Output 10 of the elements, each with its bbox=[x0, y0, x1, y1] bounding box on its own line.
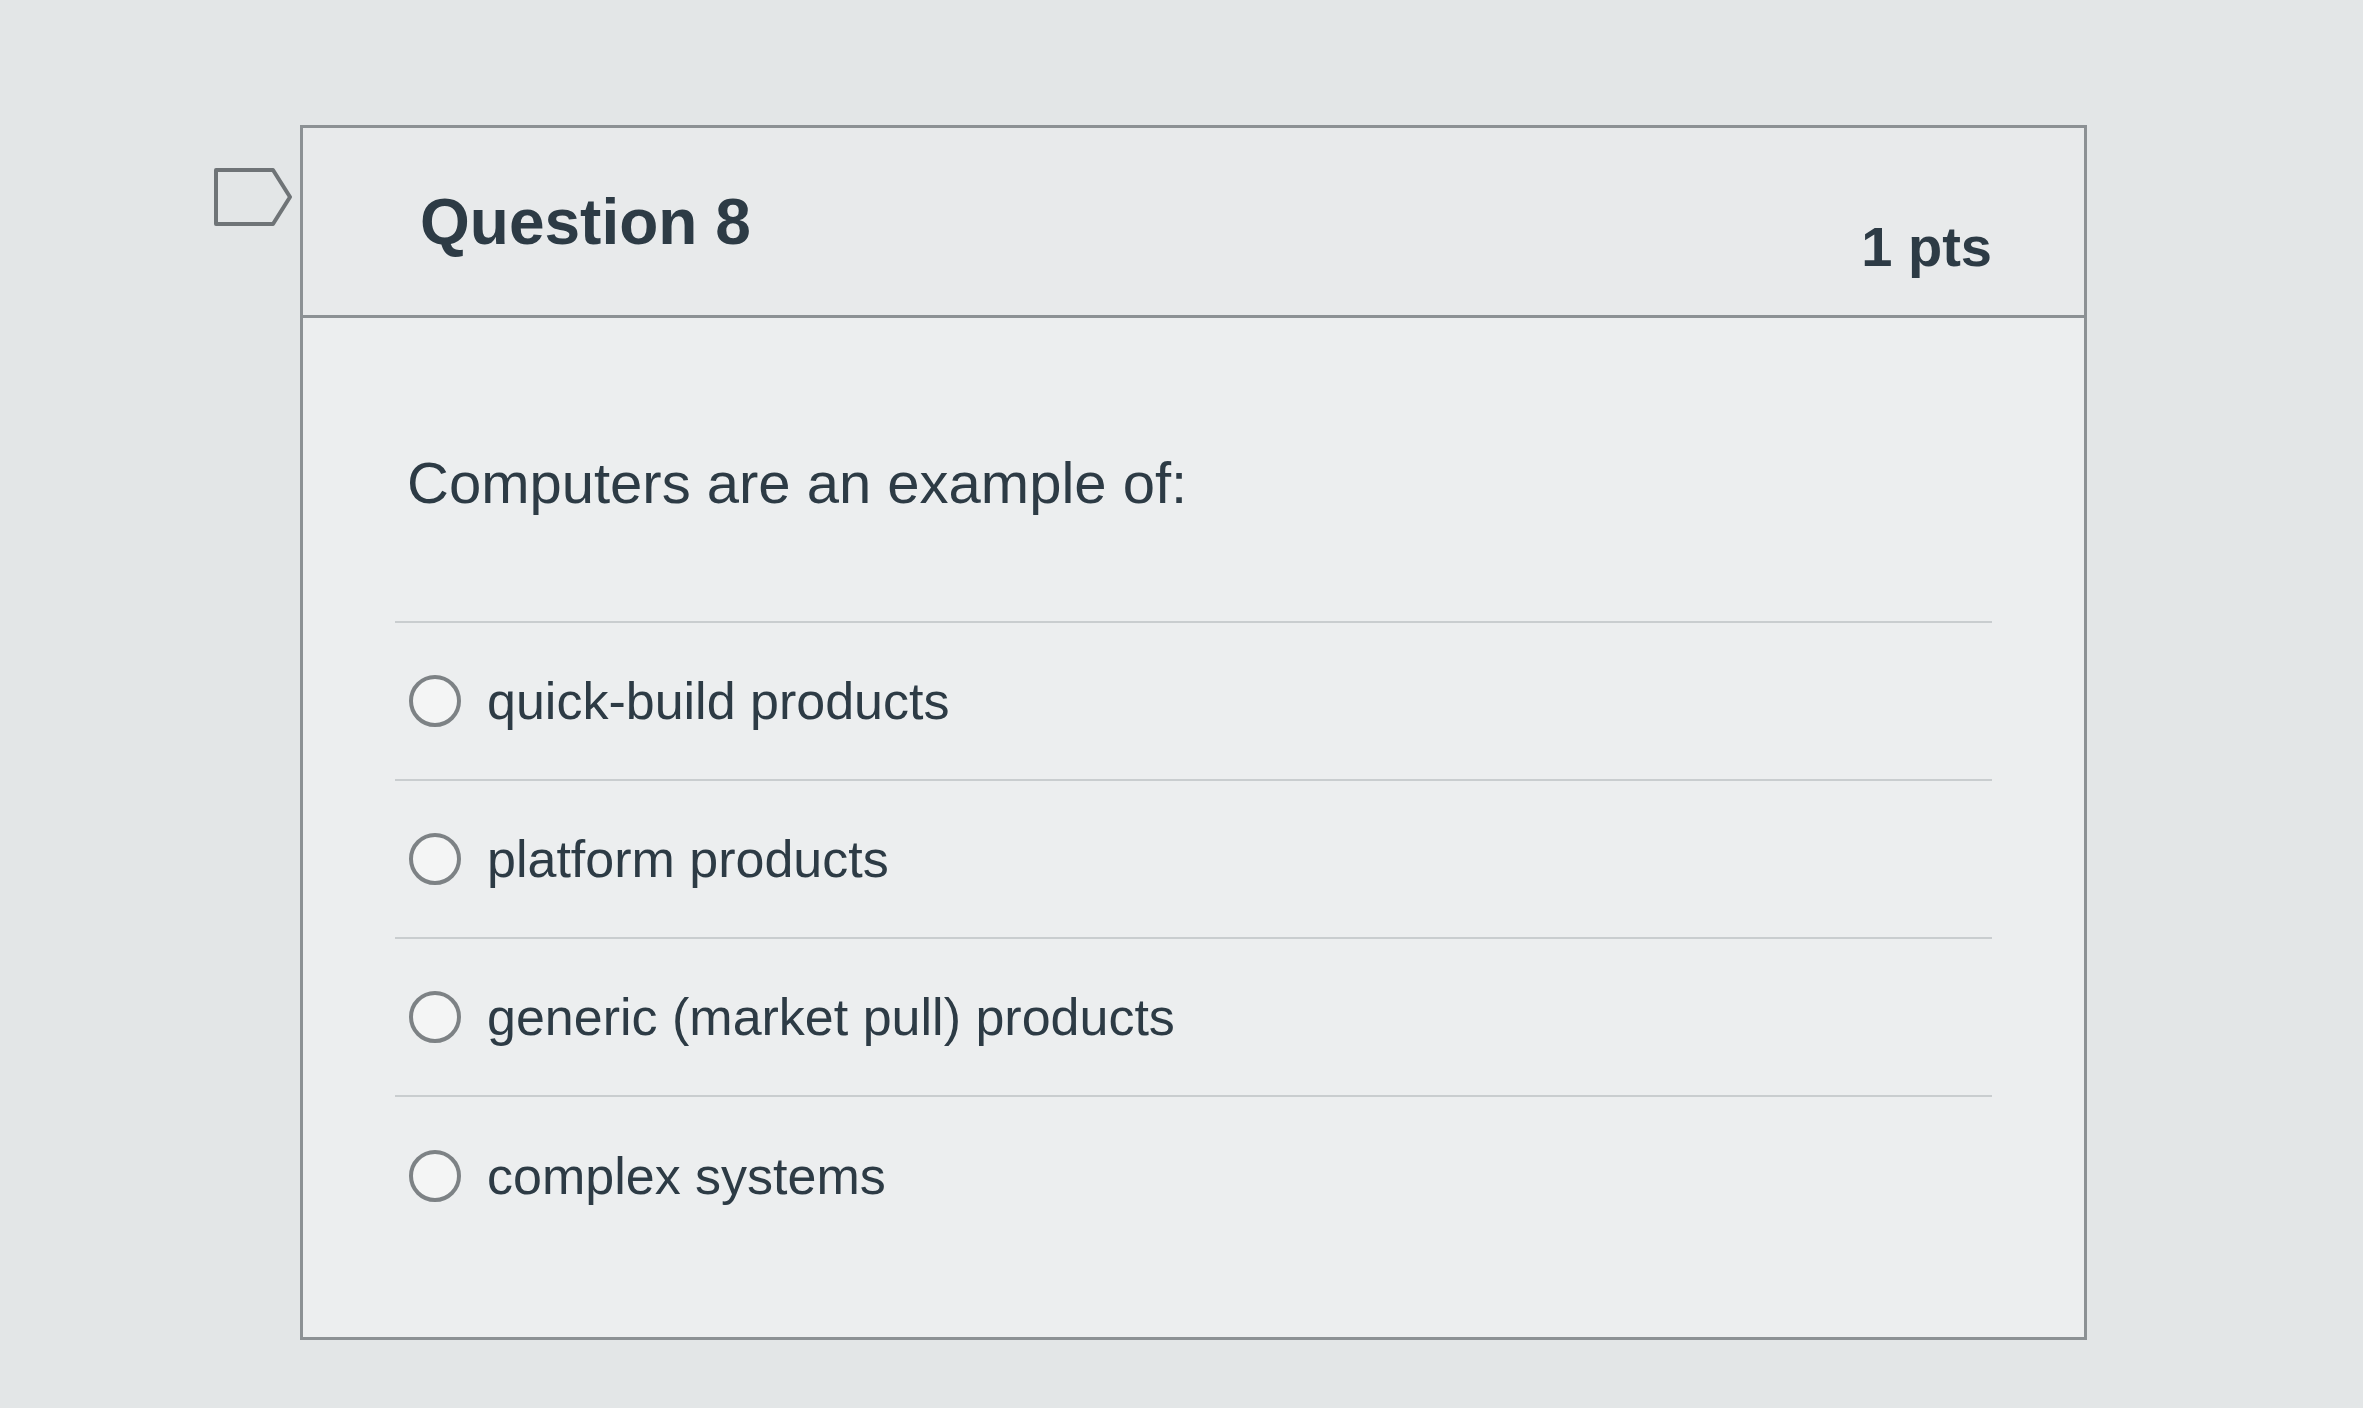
answer-option-label: quick-build products bbox=[487, 671, 950, 732]
tag-icon[interactable] bbox=[213, 167, 293, 227]
radio-button[interactable] bbox=[409, 1150, 461, 1202]
radio-button[interactable] bbox=[409, 833, 461, 885]
radio-button[interactable] bbox=[409, 991, 461, 1043]
question-text: Computers are an example of: bbox=[407, 449, 1188, 517]
radio-button[interactable] bbox=[409, 675, 461, 727]
answer-option-label: generic (market pull) products bbox=[487, 987, 1175, 1048]
answer-option-label: complex systems bbox=[487, 1146, 886, 1207]
answer-option-label: platform products bbox=[487, 829, 889, 890]
